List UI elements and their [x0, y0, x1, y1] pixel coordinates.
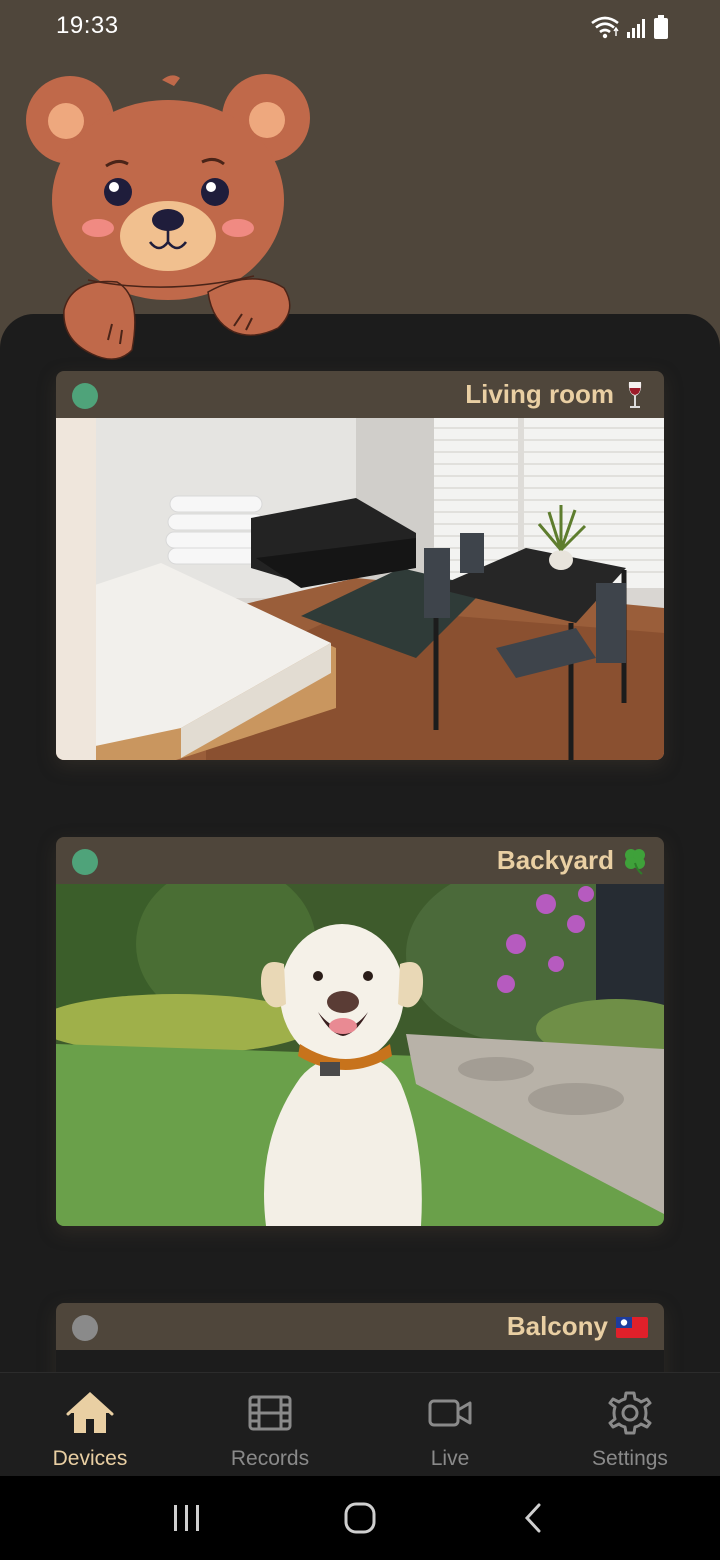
camera-name: Balcony: [506, 1311, 608, 1341]
device-list-panel: Living room Backyard Balcony: [0, 314, 720, 1372]
camera-card-header: Balcony: [56, 1303, 664, 1350]
home-icon: [66, 1391, 114, 1433]
camera-card-balcony[interactable]: Balcony: [56, 1303, 664, 1372]
recent-apps-icon: [173, 1505, 199, 1531]
online-status-dot: [72, 849, 98, 875]
bottom-navigation: Devices Records Live Settings: [0, 1372, 720, 1476]
status-bar: 19:33: [0, 0, 720, 52]
online-status-dot: [72, 383, 98, 409]
back-system-button[interactable]: [503, 1488, 563, 1548]
offline-status-dot: [72, 1315, 98, 1341]
recent-apps-button[interactable]: [157, 1488, 217, 1548]
signal-icon: [627, 19, 645, 38]
nav-label: Records: [230, 1447, 310, 1470]
nav-label: Live: [430, 1447, 470, 1470]
camera-card-living-room[interactable]: Living room: [56, 371, 664, 760]
camera-name: Backyard: [496, 845, 614, 875]
four-leaf-clover-icon: [625, 848, 645, 875]
system-navigation-bar: [0, 1476, 720, 1560]
back-icon: [525, 1503, 541, 1533]
nav-label: Settings: [592, 1447, 668, 1470]
camera-card-header: Backyard: [56, 837, 664, 884]
bear-mascot-icon: [26, 74, 310, 360]
nav-item-devices[interactable]: Devices: [0, 1373, 180, 1476]
nav-item-live[interactable]: Live: [360, 1373, 540, 1476]
video-camera-icon: [428, 1399, 472, 1427]
camera-feed-image[interactable]: [56, 418, 664, 760]
camera-feed-placeholder: [56, 1350, 664, 1372]
camera-feed-image[interactable]: [56, 884, 664, 1226]
nav-label: Devices: [52, 1447, 128, 1470]
status-icons: [590, 13, 668, 39]
wine-glass-icon: [628, 381, 642, 408]
camera-name: Living room: [465, 379, 614, 409]
gear-icon: [608, 1391, 652, 1435]
home-circle-icon: [344, 1502, 376, 1534]
taiwan-flag-icon: [616, 1316, 648, 1338]
status-time: 19:33: [56, 12, 119, 39]
camera-card-backyard[interactable]: Backyard: [56, 837, 664, 1226]
film-icon: [248, 1395, 292, 1431]
wifi-icon: [591, 16, 620, 39]
nav-item-records[interactable]: Records: [180, 1373, 360, 1476]
battery-icon: [654, 15, 668, 39]
home-system-button[interactable]: [330, 1488, 390, 1548]
nav-item-settings[interactable]: Settings: [540, 1373, 720, 1476]
camera-card-header: Living room: [56, 371, 664, 418]
